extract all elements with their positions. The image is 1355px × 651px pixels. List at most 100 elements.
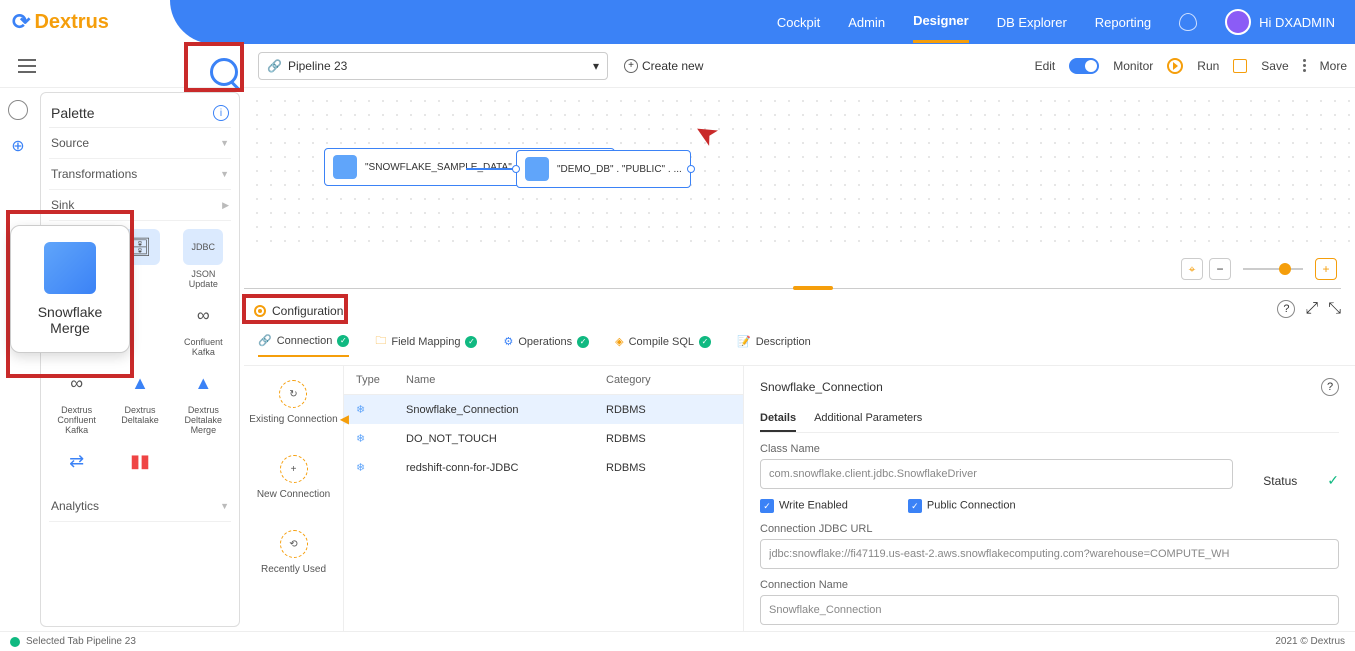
section-sink[interactable]: Sink▶ <box>49 190 231 221</box>
jdbc-url-field[interactable] <box>760 539 1339 569</box>
run-icon[interactable] <box>1167 58 1183 74</box>
edit-monitor-toggle[interactable] <box>1069 58 1099 74</box>
nav-cockpit[interactable]: Cockpit <box>777 3 820 42</box>
node-port[interactable] <box>687 165 695 173</box>
sink-item-dextrus-deltalake-merge[interactable]: ▲Dextrus Deltalake Merge <box>176 365 231 435</box>
tab-configuration[interactable]: Configuration <box>244 298 353 324</box>
jdbc-url-label: Connection JDBC URL <box>760 523 1339 535</box>
tab-additional-params[interactable]: Additional Parameters <box>814 406 922 432</box>
zoom-slider[interactable] <box>1243 268 1303 270</box>
public-conn-checkbox[interactable]: ✓Public Connection <box>908 499 1016 513</box>
node-target[interactable]: "DEMO_DB" . "PUBLIC" . ... <box>516 150 691 188</box>
node-target-label: "DEMO_DB" . "PUBLIC" . ... <box>557 164 682 175</box>
table-row[interactable]: ❄redshift-conn-for-JDBCRDBMS <box>344 453 743 482</box>
th-category: Category <box>606 374 731 386</box>
zoom-out-icon[interactable]: − <box>1209 258 1231 280</box>
nav-db-explorer[interactable]: DB Explorer <box>997 3 1067 42</box>
save-label[interactable]: Save <box>1261 59 1288 73</box>
subtab-description[interactable]: 📝Description <box>737 332 811 357</box>
sink-item-json-update[interactable]: JDBCJSON Update <box>176 229 231 289</box>
help-icon[interactable]: ? <box>1321 378 1339 396</box>
subtab-connection[interactable]: 🔗Connection✓ <box>258 332 349 357</box>
zoom-in-icon[interactable]: + <box>1315 258 1337 280</box>
check-icon: ✓ <box>337 335 349 347</box>
sql-icon: ◈ <box>615 335 623 348</box>
chevron-right-icon: ▶ <box>222 200 229 211</box>
existing-connection[interactable]: ↻Existing Connection <box>249 380 337 425</box>
conn-name-field[interactable] <box>760 595 1339 625</box>
status-dot-icon <box>10 637 20 647</box>
palette-panel: Palette i Source▼ Transformations▼ Sink▶… <box>40 92 240 627</box>
nav-admin[interactable]: Admin <box>848 3 885 42</box>
create-new-button[interactable]: + Create new <box>624 59 703 73</box>
more-icon[interactable] <box>1303 59 1306 72</box>
user-menu[interactable]: Hi DXADMIN <box>1225 9 1335 35</box>
section-analytics[interactable]: Analytics▼ <box>49 491 231 522</box>
more-label[interactable]: More <box>1320 59 1347 73</box>
checkbox-icon: ✓ <box>908 499 922 513</box>
snowflake-icon: ❄ <box>356 403 406 416</box>
sink-item-dextrus-deltalake[interactable]: ▲Dextrus Deltalake <box>112 365 167 435</box>
check-icon: ✓ <box>577 336 589 348</box>
new-icon: + <box>280 455 308 483</box>
nav-reporting[interactable]: Reporting <box>1095 3 1151 42</box>
tab-details[interactable]: Details <box>760 406 796 432</box>
chevron-icon: ▼ <box>220 138 229 148</box>
caret-icon: ◀ <box>340 412 349 426</box>
annotation-arrow: ➤ <box>687 114 724 154</box>
top-nav: Cockpit Admin Designer DB Explorer Repor… <box>777 0 1335 44</box>
active-dot-icon <box>254 305 266 317</box>
table-row[interactable]: ❄DO_NOT_TOUCHRDBMS <box>344 424 743 453</box>
write-enabled-checkbox[interactable]: ✓Write Enabled <box>760 499 848 513</box>
recent-icon: ⟲ <box>280 530 308 558</box>
sink-item[interactable]: ⇄ <box>49 443 104 483</box>
subtab-field-mapping[interactable]: 🗀Field Mapping✓ <box>375 332 477 357</box>
sink-item[interactable]: ▮▮ <box>112 443 167 483</box>
canvas-area: "SNOWFLAKE_SAMPLE_DATA" . "TPCH_SF001" .… <box>244 88 1355 631</box>
rail-history-icon[interactable] <box>8 100 28 120</box>
pipeline-canvas[interactable]: "SNOWFLAKE_SAMPLE_DATA" . "TPCH_SF001" .… <box>244 88 1355 248</box>
new-connection[interactable]: +New Connection <box>257 455 330 500</box>
canvas-controls: ⌖ − + <box>1181 258 1337 280</box>
table-row[interactable]: ❄Snowflake_ConnectionRDBMS <box>344 395 743 424</box>
plus-icon: + <box>624 59 638 73</box>
search-button[interactable] <box>196 50 252 94</box>
connection-sidebar: ↻Existing Connection ◀ +New Connection ⟲… <box>244 366 344 631</box>
sink-item-confluent-kafka[interactable]: ∞Confluent Kafka <box>176 297 231 357</box>
section-source[interactable]: Source▼ <box>49 128 231 159</box>
subtab-operations[interactable]: ⚙Operations✓ <box>503 332 589 357</box>
sink-item-dextrus-confluent-kafka[interactable]: ∞Dextrus Confluent Kafka <box>49 365 104 435</box>
class-name-field[interactable] <box>760 459 1233 489</box>
mapping-icon: 🗀 <box>375 332 386 351</box>
connections-table: Type Name Category ❄Snowflake_Connection… <box>344 366 744 631</box>
fit-icon[interactable]: ⌖ <box>1181 258 1203 280</box>
connection-details: Snowflake_Connection ? Details Additiona… <box>744 366 1355 631</box>
snowflake-merge-icon <box>44 242 96 294</box>
edit-label: Edit <box>1035 59 1056 73</box>
existing-icon: ↻ <box>279 380 307 408</box>
rail-add-icon[interactable]: ⊕ <box>9 136 27 154</box>
checkbox-icon: ✓ <box>760 499 774 513</box>
panel-divider[interactable] <box>244 288 1341 289</box>
section-transformations[interactable]: Transformations▼ <box>49 159 231 190</box>
edge <box>466 168 516 170</box>
bell-icon[interactable] <box>1179 13 1197 31</box>
class-name-label: Class Name <box>760 443 1233 455</box>
status-label: Status <box>1263 474 1297 488</box>
snowflake-icon <box>525 157 549 181</box>
nav-designer[interactable]: Designer <box>913 1 969 43</box>
status-ok-icon: ✓ <box>1327 472 1339 489</box>
chevron-icon: ▼ <box>220 501 229 511</box>
info-icon[interactable]: i <box>213 105 229 121</box>
run-label[interactable]: Run <box>1197 59 1219 73</box>
node-port[interactable] <box>512 165 520 173</box>
snowflake-icon <box>333 155 357 179</box>
th-type: Type <box>356 374 406 386</box>
save-icon[interactable] <box>1233 59 1247 73</box>
th-name: Name <box>406 374 606 386</box>
recently-used[interactable]: ⟲Recently Used <box>261 530 326 575</box>
subtab-compile-sql[interactable]: ◈Compile SQL✓ <box>615 332 711 357</box>
menu-icon[interactable] <box>18 54 42 78</box>
status-bar: Selected Tab Pipeline 23 2021 © Dextrus <box>0 631 1355 651</box>
pipeline-selector[interactable]: 🔗 Pipeline 23 ▾ <box>258 52 608 80</box>
